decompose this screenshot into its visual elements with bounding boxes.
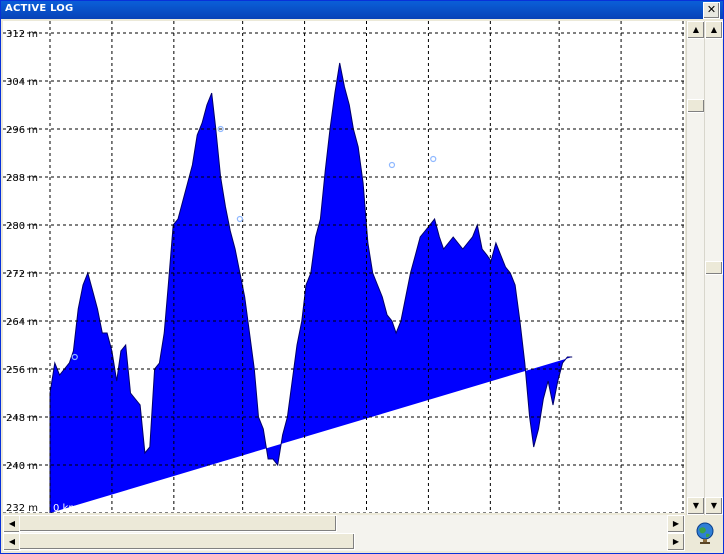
y-tick-label-3: 288 m bbox=[6, 173, 38, 184]
globe-icon[interactable] bbox=[693, 521, 717, 545]
window-title: ACTIVE LOG bbox=[5, 3, 74, 14]
y-tick-label-4: 280 m bbox=[6, 221, 38, 232]
y-tick-label-7: 256 m bbox=[6, 365, 38, 376]
horizontal-scroll-thumb[interactable] bbox=[19, 515, 337, 532]
scroll-down-button[interactable]: ▼ bbox=[687, 497, 705, 515]
x-tick-label-6: 5.5 km bbox=[431, 503, 466, 513]
scroll-down-button-2[interactable]: ▼ bbox=[705, 497, 723, 515]
waypoint-marker-4[interactable] bbox=[430, 155, 437, 163]
y-tick-label-8: 248 m bbox=[6, 413, 38, 424]
elevation-chart-area: 312 m 304 m 296 m 288 m 280 m 272 m 264 m 256 m… bbox=[3, 21, 685, 513]
horizontal-scroll-thumb-2[interactable] bbox=[19, 533, 355, 550]
vertical-scroll-thumb-2[interactable] bbox=[705, 261, 723, 275]
title-bar[interactable]: ACTIVE LOG ✕ bbox=[1, 1, 723, 19]
elevation-area bbox=[49, 62, 573, 513]
elevation-chart: 312 m 304 m 296 m 288 m 280 m 272 m 264 m 256 m… bbox=[3, 21, 685, 513]
y-tick-label-6: 264 m bbox=[6, 317, 38, 328]
x-tick-label-9: 8.3 km bbox=[624, 503, 659, 513]
y-tick-label-0: 312 m bbox=[6, 29, 38, 40]
close-button[interactable]: ✕ bbox=[703, 2, 720, 19]
x-tick-label-1: 0.9 km bbox=[115, 503, 150, 513]
y-tick-label-9: 240 m bbox=[6, 461, 38, 472]
y-tick-label-2: 296 m bbox=[6, 125, 38, 136]
x-tick-label-2: 1.8 km bbox=[177, 503, 212, 513]
scroll-up-button[interactable]: ▲ bbox=[687, 21, 705, 39]
waypoint-marker-2[interactable] bbox=[236, 215, 243, 223]
scroll-right-button-2[interactable]: ▶ bbox=[667, 533, 685, 551]
y-tick-label-5: 272 m bbox=[6, 269, 38, 280]
x-tick-label-5: 4.6 km bbox=[370, 503, 405, 513]
active-log-window: ACTIVE LOG ✕ 312 m 304 m 296 m 288 m 280 m 27… bbox=[0, 0, 724, 554]
x-tick-label-0: 0 km bbox=[53, 503, 78, 513]
vertical-scrollbar-pan[interactable]: ▲ ▼ bbox=[704, 21, 723, 515]
scroll-up-button-2[interactable]: ▲ bbox=[705, 21, 723, 39]
horizontal-scrollbars: ◀ ▶ ◀ ▶ bbox=[3, 515, 685, 551]
x-tick-label-4: 3.7 km bbox=[308, 503, 343, 513]
waypoint-marker-3[interactable] bbox=[388, 161, 396, 169]
vertical-scroll-thumb[interactable] bbox=[687, 99, 705, 113]
x-tick-label-3: 2.8 km bbox=[246, 503, 281, 513]
y-tick-label-10: 232 m bbox=[6, 503, 38, 513]
scroll-right-button[interactable]: ▶ bbox=[667, 515, 685, 533]
vertical-scrollbars: ▲ ▼ ▲ ▼ bbox=[686, 21, 723, 515]
x-tick-label-8: 7.4 km bbox=[562, 503, 597, 513]
y-tick-label-1: 304 m bbox=[6, 77, 38, 88]
x-tick-label-7: 6.4 km bbox=[493, 503, 528, 513]
vertical-scrollbar-zoom[interactable]: ▲ ▼ bbox=[686, 21, 705, 515]
